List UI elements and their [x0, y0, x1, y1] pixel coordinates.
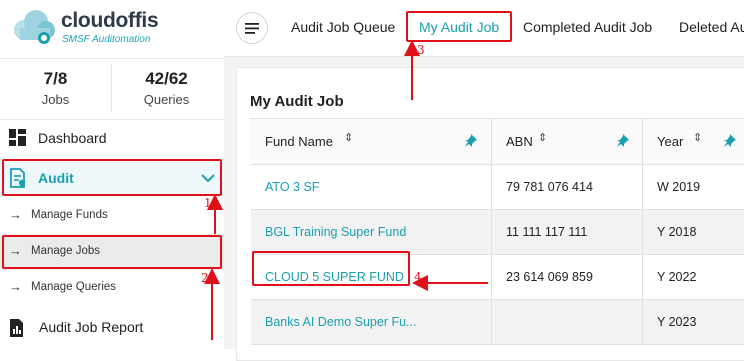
annotation-number: 2 [201, 271, 209, 285]
annotation-number: 1 [204, 196, 212, 210]
annotation-arrows [204, 40, 488, 340]
annotation-number: 3 [417, 43, 425, 57]
annotation-number: 4 [414, 270, 422, 284]
